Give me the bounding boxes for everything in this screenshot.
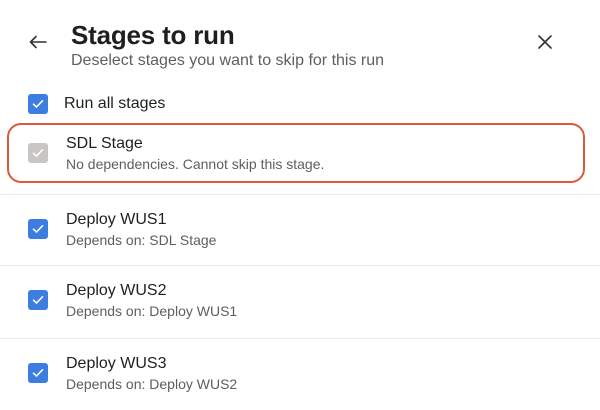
stage-name: Deploy WUS3 bbox=[66, 354, 167, 372]
run-all-checkbox[interactable] bbox=[28, 94, 48, 114]
stage-dependency-text: No dependencies. Cannot skip this stage. bbox=[66, 155, 325, 172]
stage-name: Deploy WUS1 bbox=[66, 210, 167, 228]
stage-dependency-text: Depends on: Deploy WUS2 bbox=[66, 375, 238, 392]
back-button[interactable] bbox=[22, 26, 54, 58]
stage-row-deploy-wus3[interactable]: Deploy WUS3 Depends on: Deploy WUS2 bbox=[0, 338, 600, 408]
stage-checkbox[interactable] bbox=[28, 290, 48, 310]
stage-dependency-text: Depends on: Deploy WUS1 bbox=[66, 302, 238, 319]
stage-name: Deploy WUS2 bbox=[66, 281, 167, 299]
stage-dependency-text: Depends on: SDL Stage bbox=[66, 231, 217, 248]
close-icon bbox=[538, 35, 552, 49]
run-all-label: Run all stages bbox=[64, 95, 166, 112]
stage-row-deploy-wus2[interactable]: Deploy WUS2 Depends on: Deploy WUS1 bbox=[0, 265, 600, 335]
run-all-stages-option[interactable]: Run all stages bbox=[28, 94, 165, 114]
page-subtitle: Deselect stages you want to skip for thi… bbox=[71, 52, 385, 69]
stage-row-deploy-wus1[interactable]: Deploy WUS1 Depends on: SDL Stage bbox=[0, 194, 600, 264]
page-title: Stages to run bbox=[71, 20, 235, 50]
stage-checkbox[interactable] bbox=[28, 363, 48, 383]
checkmark-icon bbox=[32, 296, 44, 304]
checkmark-icon bbox=[32, 369, 44, 377]
arrow-left-icon bbox=[29, 35, 47, 49]
stage-row-sdl-stage: SDL Stage No dependencies. Cannot skip t… bbox=[0, 118, 600, 188]
stage-name: SDL Stage bbox=[66, 134, 143, 152]
close-button[interactable] bbox=[529, 26, 561, 58]
stage-checkbox[interactable] bbox=[28, 219, 48, 239]
checkmark-icon bbox=[32, 100, 44, 108]
checkmark-icon bbox=[32, 225, 44, 233]
checkmark-icon bbox=[32, 149, 44, 157]
stage-checkbox-disabled bbox=[28, 143, 48, 163]
